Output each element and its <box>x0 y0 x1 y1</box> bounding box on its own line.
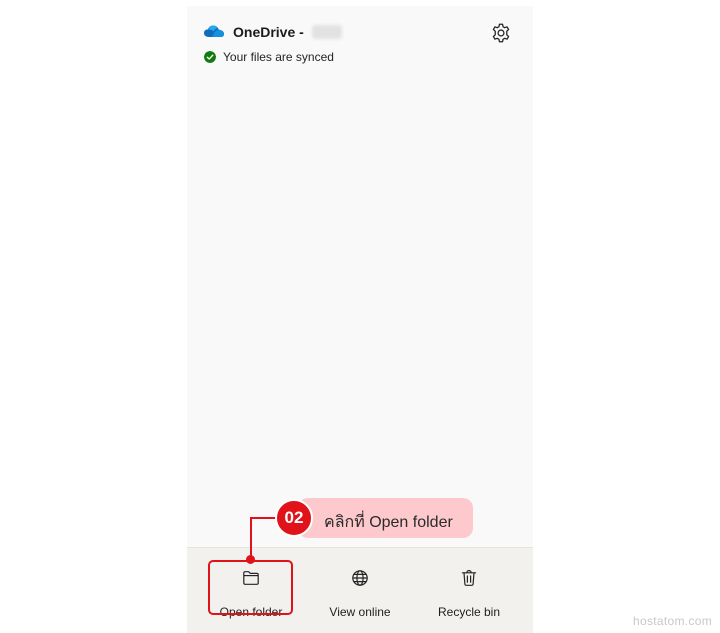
recycle-bin-label: Recycle bin <box>437 605 501 619</box>
recycle-bin-button[interactable]: Recycle bin <box>426 560 512 622</box>
view-online-label: View online <box>329 605 391 619</box>
callout-connector-vertical <box>250 517 252 560</box>
view-online-button[interactable]: View online <box>317 560 403 622</box>
onedrive-title-text: OneDrive - <box>233 24 304 40</box>
gear-icon[interactable] <box>490 22 512 44</box>
check-icon <box>204 51 216 63</box>
globe-icon <box>352 570 368 586</box>
onedrive-cloud-icon <box>204 25 224 37</box>
open-folder-highlight <box>208 560 293 615</box>
onedrive-title: OneDrive - <box>233 24 342 40</box>
watermark: hostatom.com <box>633 614 712 628</box>
trash-icon <box>461 570 477 586</box>
step-number-badge: 02 <box>275 499 313 537</box>
account-name-redacted <box>311 25 342 39</box>
callout-connector-dot <box>246 555 255 564</box>
sync-status-text: Your files are synced <box>223 50 334 64</box>
instruction-text: คลิกที่ Open folder <box>324 514 453 531</box>
instruction-callout: คลิกที่ Open folder <box>298 498 473 538</box>
flyout-top-edge <box>187 0 533 6</box>
